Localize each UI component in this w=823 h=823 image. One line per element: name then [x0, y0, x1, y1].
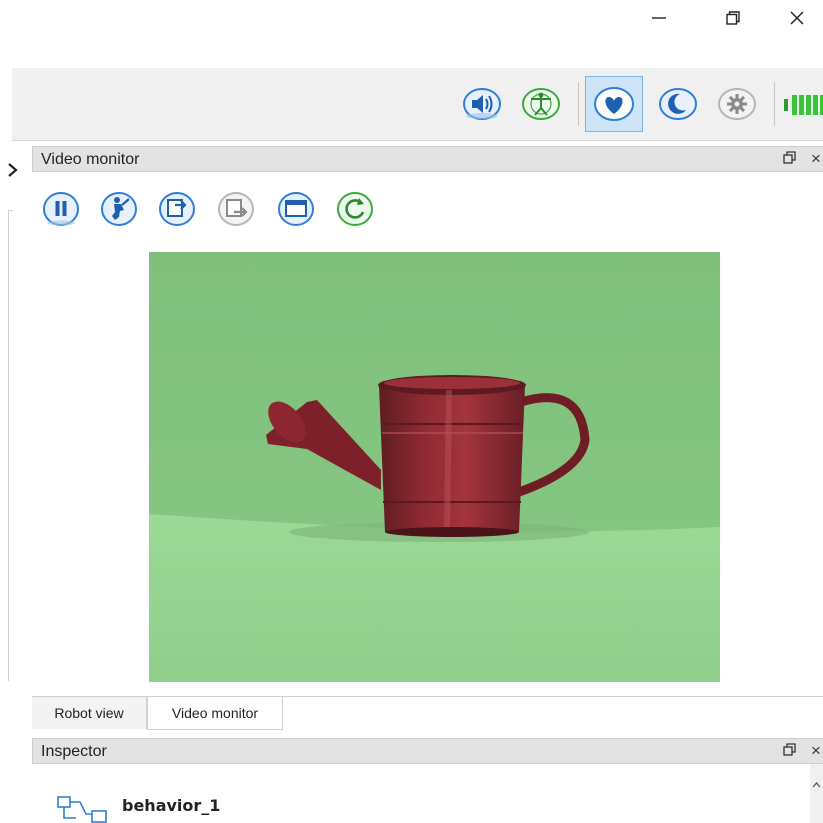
float-icon[interactable] — [783, 151, 797, 165]
tab-robot-view-label: Robot view — [54, 705, 124, 721]
sleep-button[interactable] — [656, 84, 700, 124]
speaker-icon — [463, 88, 501, 120]
import-icon[interactable] — [158, 190, 196, 228]
heart-icon — [594, 87, 634, 121]
window-icon[interactable] — [277, 190, 315, 228]
behavior-diagram-icon — [57, 796, 107, 823]
posture-button[interactable] — [519, 84, 563, 124]
robot-pose-icon[interactable] — [100, 190, 138, 228]
vitruvian-man-icon — [522, 88, 560, 120]
minimize-icon — [652, 17, 666, 19]
moon-icon — [659, 88, 697, 120]
toolbar-separator — [774, 82, 775, 126]
main-toolbar — [12, 68, 823, 141]
tab-video-monitor-label: Video monitor — [171, 705, 259, 721]
watering-can-photo — [149, 252, 720, 682]
tab-robot-view[interactable]: Robot view — [32, 697, 147, 729]
tab-strip: Robot view Video monitor — [32, 696, 823, 731]
video-monitor-header: Video monitor × — [32, 146, 823, 172]
minimize-button[interactable] — [636, 0, 682, 36]
inspector-title: Inspector — [41, 743, 107, 760]
restore-icon — [726, 11, 740, 25]
battery-icon — [784, 93, 823, 117]
scroll-up-icon[interactable] — [810, 778, 823, 792]
export-icon[interactable] — [217, 190, 255, 228]
left-panel-edge — [8, 210, 13, 681]
close-button[interactable] — [774, 0, 820, 36]
refresh-icon[interactable] — [336, 190, 374, 228]
inspector-scrollbar[interactable] — [810, 764, 823, 823]
panel-close-icon[interactable]: × — [811, 741, 821, 761]
battery-indicator — [784, 90, 823, 120]
settings-button[interactable] — [715, 84, 759, 124]
heart-button[interactable] — [585, 76, 643, 132]
toolbar-separator — [578, 82, 579, 126]
speaker-button[interactable] — [460, 84, 504, 124]
restore-button[interactable] — [710, 0, 756, 36]
behavior-name[interactable]: behavior_1 — [122, 796, 220, 815]
inspector-header: Inspector × — [32, 738, 823, 764]
expand-arrow-icon[interactable] — [6, 156, 20, 184]
pause-icon[interactable] — [42, 190, 80, 228]
gear-icon — [718, 88, 756, 120]
close-icon — [790, 11, 804, 25]
float-icon[interactable] — [783, 743, 797, 757]
panel-close-icon[interactable]: × — [811, 149, 821, 169]
video-frame — [149, 252, 720, 682]
video-monitor-title: Video monitor — [41, 151, 140, 168]
tab-video-monitor[interactable]: Video monitor — [147, 697, 283, 730]
